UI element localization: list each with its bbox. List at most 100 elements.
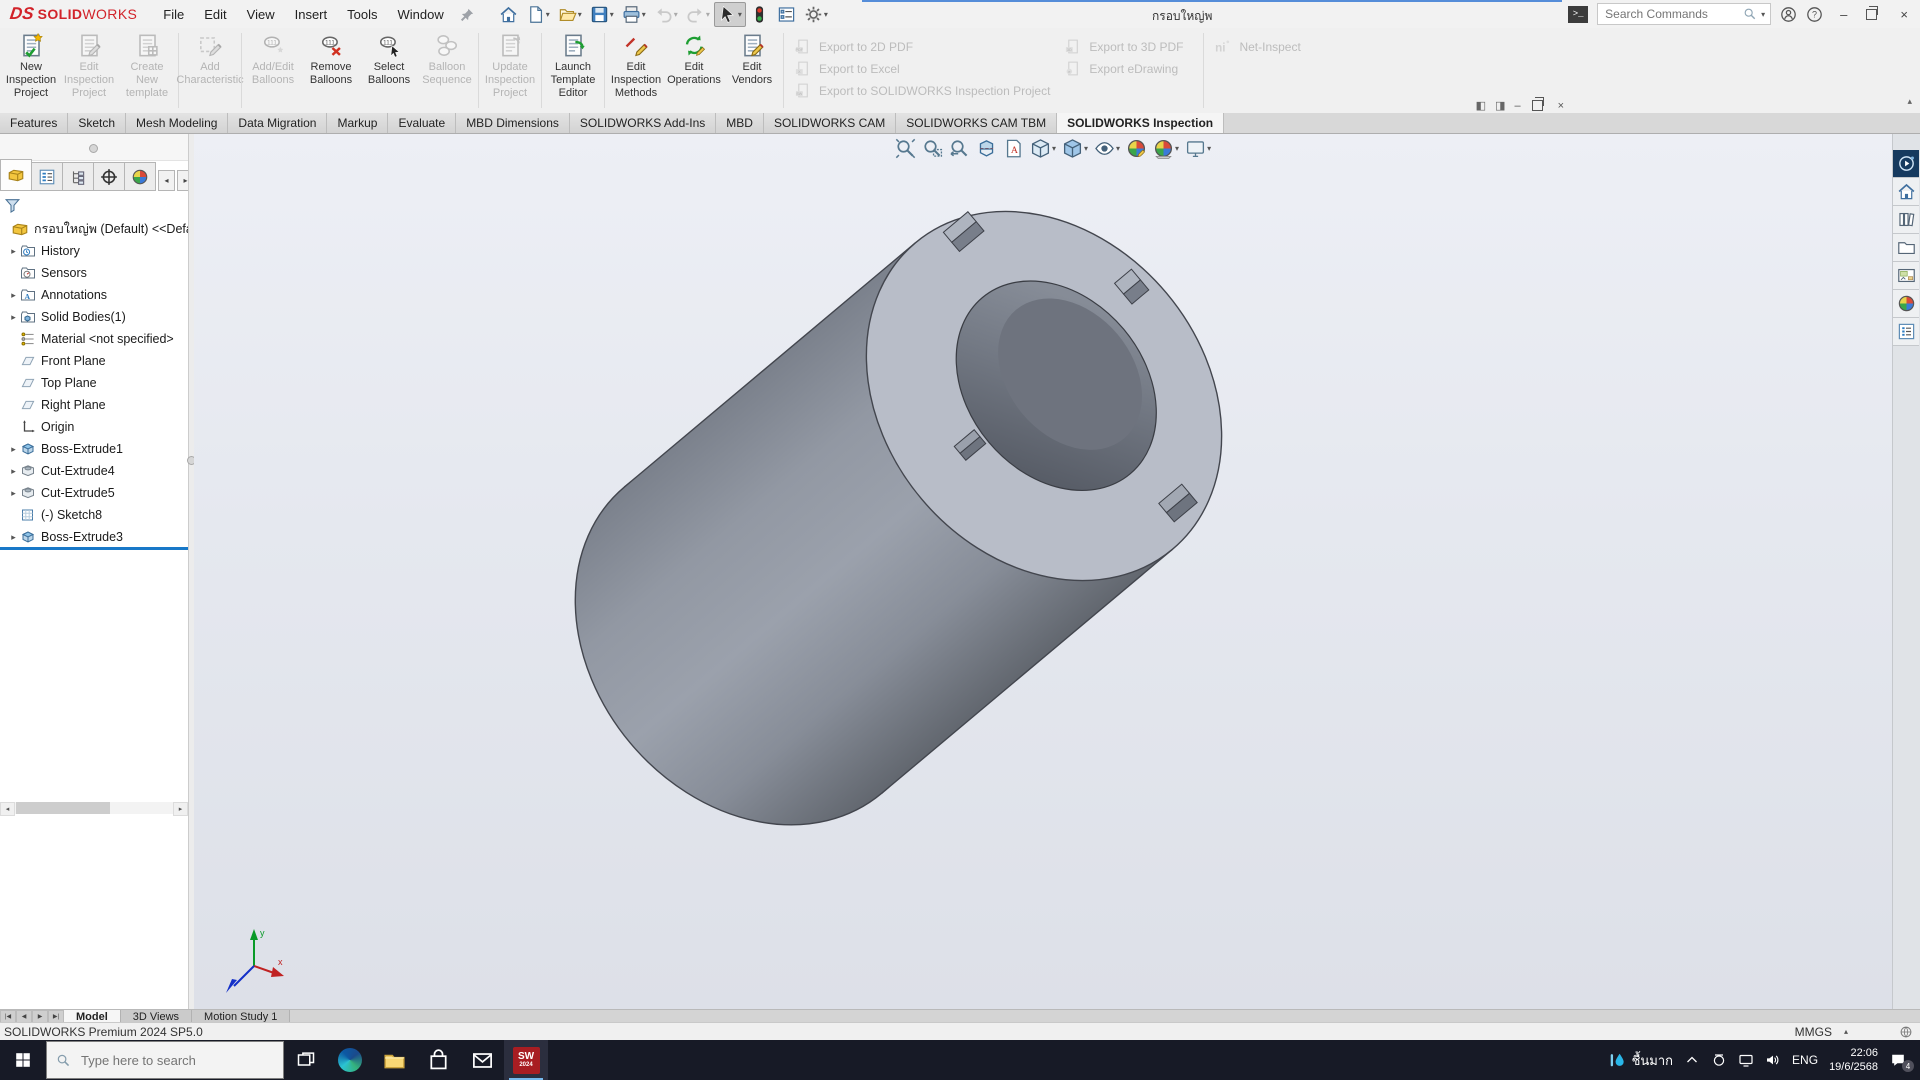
- file-explorer-app-button[interactable]: [372, 1040, 416, 1080]
- tab-mbd-dimensions[interactable]: MBD Dimensions: [456, 113, 570, 133]
- file-explorer[interactable]: [1893, 234, 1919, 262]
- tab-features[interactable]: Features: [0, 113, 68, 133]
- search-input[interactable]: [1603, 6, 1740, 22]
- open-dropdown-icon[interactable]: ▾: [578, 10, 582, 19]
- tree-item-right-plane[interactable]: Right Plane: [0, 394, 188, 416]
- store-button[interactable]: [416, 1040, 460, 1080]
- scrollbar-thumb[interactable]: [16, 802, 110, 814]
- task-view-button[interactable]: [284, 1040, 328, 1080]
- account-icon[interactable]: [1780, 6, 1797, 23]
- tree-item--sketch8[interactable]: (-) Sketch8: [0, 504, 188, 526]
- new-document-dropdown-icon[interactable]: ▾: [546, 10, 550, 19]
- home[interactable]: [1893, 178, 1919, 206]
- chevron-up-icon[interactable]: [1684, 1052, 1700, 1068]
- options-gear-dropdown-icon[interactable]: ▾: [824, 10, 828, 19]
- close-button[interactable]: ×: [1892, 7, 1916, 22]
- tab-solidworks-cam[interactable]: SOLIDWORKS CAM: [764, 113, 896, 133]
- print-button[interactable]: ▾: [618, 2, 650, 27]
- solidworks-app-button[interactable]: SW2024: [504, 1040, 548, 1080]
- tab-solidworks-add-ins[interactable]: SOLIDWORKS Add-Ins: [570, 113, 716, 133]
- snip-icon[interactable]: [1711, 1052, 1727, 1068]
- select-cursor-dropdown-icon[interactable]: ▾: [738, 10, 742, 19]
- tree-item-cut-extrude4[interactable]: ▸Cut-Extrude4: [0, 460, 188, 482]
- tab-data-migration[interactable]: Data Migration: [228, 113, 327, 133]
- tree-item-material-not-specified-[interactable]: Material <not specified>: [0, 328, 188, 350]
- tab-mbd[interactable]: MBD: [716, 113, 764, 133]
- tree-item-origin[interactable]: Origin: [0, 416, 188, 438]
- language-indicator[interactable]: ENG: [1792, 1053, 1818, 1067]
- tab-evaluate[interactable]: Evaluate: [388, 113, 456, 133]
- tree-item-boss-extrude1[interactable]: ▸Boss-Extrude1: [0, 438, 188, 460]
- taskbar-search-input[interactable]: [79, 1052, 274, 1069]
- expand-icon[interactable]: ▸: [7, 290, 20, 301]
- tree-item-boss-extrude3[interactable]: ▸Boss-Extrude3: [0, 526, 188, 548]
- remove-balloons-button[interactable]: 111Remove Balloons: [302, 28, 360, 87]
- restore-button[interactable]: [1866, 9, 1877, 20]
- featuremanager-tab[interactable]: [0, 159, 32, 191]
- mail-button[interactable]: [460, 1040, 504, 1080]
- save-dropdown-icon[interactable]: ▾: [610, 10, 614, 19]
- rebuild-traffic-light-button[interactable]: [746, 2, 773, 27]
- appearances[interactable]: [1893, 290, 1919, 318]
- redo-dropdown-icon[interactable]: ▾: [706, 10, 710, 19]
- panel-horizontal-scrollbar[interactable]: ◂ ▸: [0, 802, 188, 814]
- notification-button[interactable]: 4: [1889, 1052, 1908, 1068]
- home-button[interactable]: [495, 2, 522, 27]
- minimize-button[interactable]: –: [1832, 7, 1855, 22]
- network-icon[interactable]: [1738, 1052, 1754, 1068]
- edit-inspection-methods-button[interactable]: Edit Inspection Methods: [607, 28, 665, 100]
- tree-item-sensors[interactable]: Sensors: [0, 262, 188, 284]
- undo-dropdown-icon[interactable]: ▾: [674, 10, 678, 19]
- edit-vendors-button[interactable]: Edit Vendors: [723, 28, 781, 87]
- model-cylinder[interactable]: [194, 134, 1893, 1010]
- expand-icon[interactable]: ▸: [7, 488, 20, 499]
- tree-item-annotations[interactable]: ▸AAnnotations: [0, 284, 188, 306]
- tree-item-top-plane[interactable]: Top Plane: [0, 372, 188, 394]
- weather-widget[interactable]: ชื้นมาก: [1609, 1050, 1673, 1071]
- menu-insert[interactable]: Insert: [285, 2, 338, 27]
- scrollbar-track[interactable]: [15, 802, 173, 814]
- menu-window[interactable]: Window: [387, 2, 453, 27]
- tab-markup[interactable]: Markup: [327, 113, 388, 133]
- units-selector[interactable]: MMGS: [1795, 1025, 1832, 1039]
- tab-scroll-left-icon[interactable]: ◂: [158, 170, 175, 191]
- doc-restore-icon[interactable]: [1532, 100, 1543, 111]
- search-dropdown-icon[interactable]: ▾: [1761, 10, 1765, 19]
- tab-solidworks-cam-tbm[interactable]: SOLIDWORKS CAM TBM: [896, 113, 1057, 133]
- tree-root[interactable]: กรอบใหญ่พ (Default) <<Default>_Displ: [0, 218, 188, 240]
- menu-tools[interactable]: Tools: [337, 2, 387, 27]
- redo-button[interactable]: ▾: [682, 2, 714, 27]
- units-dropdown-icon[interactable]: ▴: [1844, 1027, 1848, 1036]
- pane-right-icon[interactable]: ◨: [1495, 99, 1505, 112]
- dimxpertmanager-tab[interactable]: [94, 162, 125, 191]
- tree-item-cut-extrude5[interactable]: ▸Cut-Extrude5: [0, 482, 188, 504]
- clock[interactable]: 22:0619/6/2568: [1829, 1046, 1878, 1075]
- pane-left-icon[interactable]: ◧: [1476, 99, 1486, 112]
- expand-icon[interactable]: ▸: [7, 246, 20, 257]
- filter-icon[interactable]: [4, 197, 21, 214]
- launch-template-editor-button[interactable]: Launch Template Editor: [544, 28, 602, 100]
- undo-button[interactable]: ▾: [650, 2, 682, 27]
- tree-item-history[interactable]: ▸History: [0, 240, 188, 262]
- web-help-icon[interactable]: [1899, 1025, 1913, 1039]
- open-button[interactable]: ▾: [554, 2, 586, 27]
- view-palette[interactable]: [1893, 262, 1919, 290]
- menu-view[interactable]: View: [237, 2, 285, 27]
- threedexperience[interactable]: [1893, 150, 1919, 178]
- new-document-button[interactable]: ▾: [522, 2, 554, 27]
- panel-grip[interactable]: [89, 144, 98, 153]
- graphics-area[interactable]: A▾▾▾▾▾: [194, 134, 1893, 1010]
- new-inspection-project-button[interactable]: New Inspection Project: [2, 28, 60, 100]
- select-cursor-button[interactable]: ▾: [714, 2, 746, 27]
- tree-item-front-plane[interactable]: Front Plane: [0, 350, 188, 372]
- tab-mesh-modeling[interactable]: Mesh Modeling: [126, 113, 228, 133]
- configurationmanager-tab[interactable]: [63, 162, 94, 191]
- start-button[interactable]: [0, 1040, 46, 1080]
- propertymanager-tab[interactable]: [32, 162, 63, 191]
- edit-operations-button[interactable]: Edit Operations: [665, 28, 723, 87]
- doc-minimize-icon[interactable]: –: [1514, 100, 1520, 112]
- scroll-right-icon[interactable]: ▸: [173, 802, 188, 816]
- expand-icon[interactable]: ▸: [7, 312, 20, 323]
- custom-properties[interactable]: [1893, 318, 1919, 346]
- scroll-left-icon[interactable]: ◂: [0, 802, 15, 816]
